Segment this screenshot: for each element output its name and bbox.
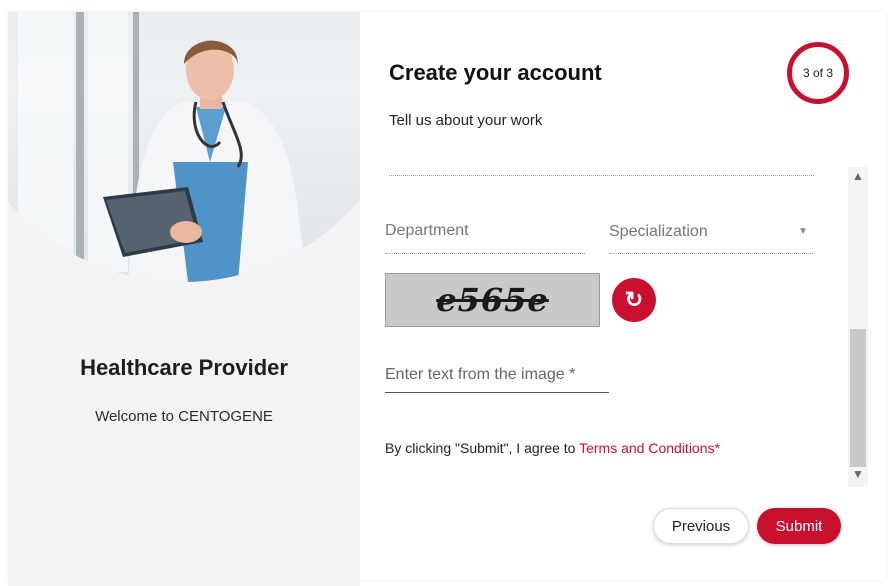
specialization-underline (609, 253, 813, 254)
panel-title: Healthcare Provider (80, 355, 288, 380)
terms-text: By clicking "Submit", I agree to (385, 440, 580, 456)
chevron-down-icon[interactable]: ▼ (798, 226, 808, 237)
refresh-captcha-button[interactable]: ↻ (612, 278, 656, 322)
specialization-placeholder: Specialization (609, 223, 708, 240)
previous-button[interactable]: Previous (653, 508, 749, 544)
terms-agreement: By clicking "Submit", I agree to Terms a… (385, 440, 720, 456)
scroll-up-icon[interactable]: ▲ (848, 169, 868, 183)
step-indicator: 3 of 3 (787, 42, 849, 104)
department-field[interactable]: Department (385, 222, 585, 240)
captcha-input[interactable] (385, 366, 609, 393)
page-title: Create your account (389, 60, 602, 85)
submit-button[interactable]: Submit (757, 508, 841, 544)
captcha-image: e565e (385, 273, 600, 327)
specialization-select[interactable]: Specialization (609, 223, 813, 241)
refresh-icon: ↻ (624, 287, 644, 312)
page-subtitle: Tell us about your work (389, 112, 543, 129)
scrollbar-thumb[interactable] (850, 329, 866, 467)
scroll-down-icon[interactable]: ▼ (848, 467, 868, 481)
department-underline (385, 253, 585, 254)
panel-welcome: Welcome to CENTOGENE (95, 408, 273, 425)
department-placeholder: Department (385, 222, 469, 239)
left-panel: Healthcare Provider Welcome to CENTOGENE (8, 12, 360, 586)
previous-field-underline (389, 175, 814, 176)
terms-link[interactable]: Terms and Conditions* (579, 440, 720, 456)
doctor-photo (8, 12, 360, 282)
scrollbar[interactable]: ▲ ▼ (848, 167, 868, 487)
